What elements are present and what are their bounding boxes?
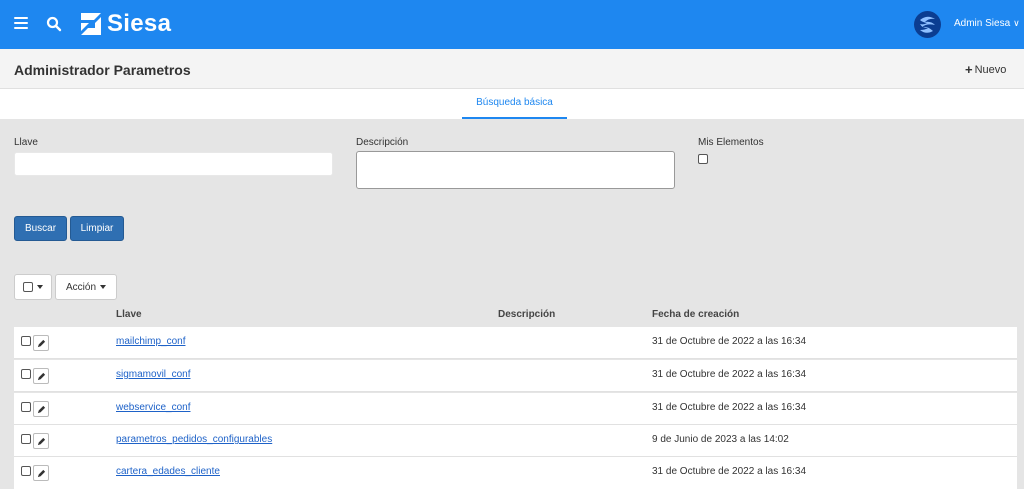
buscar-button[interactable]: Buscar (14, 216, 67, 241)
siesa-logo-icon (81, 13, 101, 35)
row-key-link[interactable]: cartera_edades_cliente (116, 466, 220, 477)
hamburger-menu-icon[interactable] (14, 17, 28, 30)
page-title: Administrador Parametros (14, 62, 191, 78)
llave-input[interactable] (14, 152, 333, 176)
row-date: 31 de Octubre de 2022 a las 16:34 (652, 466, 807, 477)
tab-busqueda-basica[interactable]: Búsqueda básica (462, 89, 567, 119)
row-checkbox[interactable] (21, 434, 31, 444)
mis-elementos-checkbox[interactable] (698, 154, 708, 164)
plus-icon: + (965, 62, 973, 77)
accion-label: Acción (65, 281, 96, 293)
new-button-label: Nuevo (974, 63, 1007, 76)
row-checkbox[interactable] (21, 402, 31, 412)
column-header-llave[interactable]: Llave (116, 309, 142, 320)
brand-name: Siesa (107, 10, 172, 37)
pencil-icon (37, 405, 45, 413)
user-name: Admin Siesa (954, 18, 1011, 29)
row-key-link[interactable]: mailchimp_conf (116, 336, 185, 347)
mis-elementos-label: Mis Elementos (698, 137, 764, 148)
table-row: parametros_pedidos_configurables 9 de Ju… (14, 425, 1017, 457)
column-header-descripcion[interactable]: Descripción (498, 309, 555, 320)
llave-label: Llave (14, 137, 38, 148)
limpiar-button[interactable]: Limpiar (70, 216, 124, 241)
pencil-icon (37, 437, 45, 445)
row-key-link[interactable]: parametros_pedidos_configurables (116, 434, 272, 445)
page-header: Administrador Parametros + Nuevo (0, 49, 1024, 89)
table-row: sigmamovil_conf 31 de Octubre de 2022 a … (14, 360, 1017, 392)
select-all-checkbox[interactable] (23, 282, 33, 292)
accion-dropdown[interactable]: Acción (55, 274, 117, 300)
pencil-icon (37, 339, 45, 347)
user-avatar[interactable] (914, 11, 941, 38)
row-key-link[interactable]: webservice_conf (116, 402, 190, 413)
top-navbar: Siesa Admin Siesa ∨ (0, 0, 1024, 49)
edit-button[interactable] (33, 335, 49, 351)
table-row: cartera_edades_cliente 31 de Octubre de … (14, 457, 1017, 489)
pencil-icon (37, 469, 45, 477)
column-header-fecha[interactable]: Fecha de creación (652, 309, 739, 320)
descripcion-textarea[interactable] (356, 151, 675, 189)
row-date: 31 de Octubre de 2022 a las 16:34 (652, 336, 807, 347)
caret-down-icon (100, 285, 106, 289)
user-menu[interactable]: Admin Siesa ∨ (954, 18, 1020, 29)
row-checkbox[interactable] (21, 466, 31, 476)
caret-down-icon (37, 285, 43, 289)
search-icon[interactable] (46, 16, 62, 32)
edit-button[interactable] (33, 465, 49, 481)
pencil-icon (37, 372, 45, 380)
siesa-logo[interactable]: Siesa (79, 10, 172, 37)
tabs-bar: Búsqueda básica (0, 89, 1024, 119)
edit-button[interactable] (33, 368, 49, 384)
select-all-dropdown[interactable] (14, 274, 52, 300)
chevron-down-icon: ∨ (1013, 18, 1020, 28)
siesa-swirl-icon (920, 16, 935, 33)
table-row: webservice_conf 31 de Octubre de 2022 a … (14, 393, 1017, 425)
edit-button[interactable] (33, 401, 49, 417)
row-key-link[interactable]: sigmamovil_conf (116, 369, 190, 380)
descripcion-label: Descripción (356, 137, 409, 148)
new-button[interactable]: + Nuevo (965, 62, 1006, 77)
edit-button[interactable] (33, 433, 49, 449)
row-date: 31 de Octubre de 2022 a las 16:34 (652, 369, 807, 380)
row-date: 31 de Octubre de 2022 a las 16:34 (652, 402, 807, 413)
row-date: 9 de Junio de 2023 a las 14:02 (652, 434, 789, 445)
table-row: mailchimp_conf 31 de Octubre de 2022 a l… (14, 327, 1017, 359)
row-checkbox[interactable] (21, 369, 31, 379)
row-checkbox[interactable] (21, 336, 31, 346)
